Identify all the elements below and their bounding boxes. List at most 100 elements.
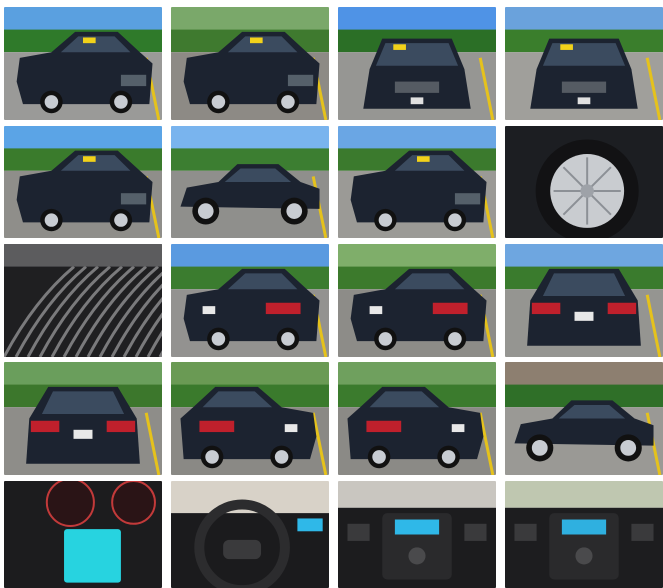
photo-image xyxy=(171,244,329,357)
hubcap xyxy=(211,95,226,109)
hubcap xyxy=(378,332,393,346)
photo-image xyxy=(338,244,496,357)
air-vent xyxy=(464,523,487,541)
license-plate xyxy=(410,97,424,105)
hubcap xyxy=(281,332,295,346)
hubcap xyxy=(372,450,386,464)
fender xyxy=(4,244,162,267)
hubcap xyxy=(114,213,128,227)
photo-image xyxy=(171,126,329,238)
hubcap xyxy=(448,332,462,346)
tail-light xyxy=(265,302,301,315)
grille xyxy=(561,81,607,93)
tail-light xyxy=(30,420,60,433)
gallery-photo-left-side-view[interactable] xyxy=(505,362,663,475)
hubcap xyxy=(531,439,548,456)
rear-window xyxy=(542,273,626,296)
hubcap xyxy=(197,203,214,219)
photo-image xyxy=(338,7,496,120)
license-plate xyxy=(369,306,383,315)
gallery-photo-rear-left-view[interactable] xyxy=(338,244,496,357)
gallery-photo-rear-view[interactable] xyxy=(4,362,162,475)
gallery-photo-center-console[interactable] xyxy=(338,481,496,588)
gallery-photo-instrument-cluster[interactable] xyxy=(4,481,162,588)
photo-gallery xyxy=(0,0,663,588)
photo-image xyxy=(171,362,329,475)
gallery-photo-left-front-view[interactable] xyxy=(4,126,162,238)
photo-image xyxy=(4,481,162,588)
photo-image xyxy=(171,7,329,120)
steering-hub xyxy=(223,539,262,560)
gallery-photo-rear-left-view[interactable] xyxy=(171,244,329,357)
hubcap xyxy=(44,213,59,227)
hubcap xyxy=(378,213,393,227)
gallery-photo-left-front-view[interactable] xyxy=(338,126,496,238)
hubcap xyxy=(441,450,456,464)
gallery-photo-steering-wheel[interactable] xyxy=(171,481,329,588)
gallery-photo-rear-view[interactable] xyxy=(505,244,663,357)
hubcap xyxy=(286,203,303,219)
info-display xyxy=(64,529,121,583)
photo-image xyxy=(505,362,663,475)
gallery-photo-front-view[interactable] xyxy=(338,7,496,120)
radio-display xyxy=(561,519,607,535)
windshield xyxy=(542,43,626,66)
hubcap xyxy=(620,439,637,456)
grille xyxy=(394,81,440,93)
license-plate xyxy=(202,306,216,315)
hubcap xyxy=(205,450,219,464)
radio-display xyxy=(297,518,323,532)
gallery-photo-front-left-view[interactable] xyxy=(4,7,162,120)
hubcap xyxy=(274,450,289,464)
gallery-photo-front-left-view[interactable] xyxy=(171,7,329,120)
windshield xyxy=(338,481,496,508)
control-knob xyxy=(575,547,593,565)
windshield xyxy=(375,43,459,66)
tail-light xyxy=(199,420,235,433)
tail-light xyxy=(531,302,561,315)
air-vent xyxy=(347,523,370,541)
gallery-photo-left-side-view[interactable] xyxy=(171,126,329,238)
windshield-sticker xyxy=(393,44,406,50)
air-vent xyxy=(631,523,654,541)
gallery-photo-tire-closeup[interactable] xyxy=(4,244,162,357)
tail-light xyxy=(366,420,402,433)
control-knob xyxy=(408,547,426,565)
photo-image xyxy=(171,481,329,588)
gallery-photo-front-view[interactable] xyxy=(505,7,663,120)
hubcap xyxy=(448,213,462,227)
license-plate xyxy=(574,311,594,321)
license-plate xyxy=(284,424,298,433)
tail-light xyxy=(432,302,468,315)
photo-image xyxy=(4,126,162,238)
grille xyxy=(454,193,481,205)
photo-image xyxy=(4,7,162,120)
photo-image xyxy=(505,126,663,238)
hubcap xyxy=(114,95,128,109)
photo-image xyxy=(338,481,496,588)
gallery-photo-wheel-closeup[interactable] xyxy=(505,126,663,238)
radio-display xyxy=(394,519,440,535)
gallery-photo-rear-right-view[interactable] xyxy=(338,362,496,475)
rear-window xyxy=(41,391,125,414)
hubcap xyxy=(211,332,226,346)
hubcap xyxy=(44,95,59,109)
photo-image xyxy=(338,126,496,238)
photo-image xyxy=(505,7,663,120)
windshield-sticker xyxy=(83,156,96,162)
tail-light xyxy=(607,302,637,315)
photo-image xyxy=(4,362,162,475)
windshield xyxy=(505,481,663,508)
windshield-sticker xyxy=(560,44,573,50)
grille xyxy=(120,74,147,87)
license-plate xyxy=(451,424,465,433)
license-plate xyxy=(577,97,591,105)
license-plate xyxy=(73,429,93,439)
air-vent xyxy=(514,523,537,541)
windshield-sticker xyxy=(417,156,430,162)
gallery-photo-center-console[interactable] xyxy=(505,481,663,588)
photo-image xyxy=(505,244,663,357)
windshield-sticker xyxy=(250,37,263,44)
gallery-photo-rear-right-view[interactable] xyxy=(171,362,329,475)
tail-light xyxy=(106,420,136,433)
